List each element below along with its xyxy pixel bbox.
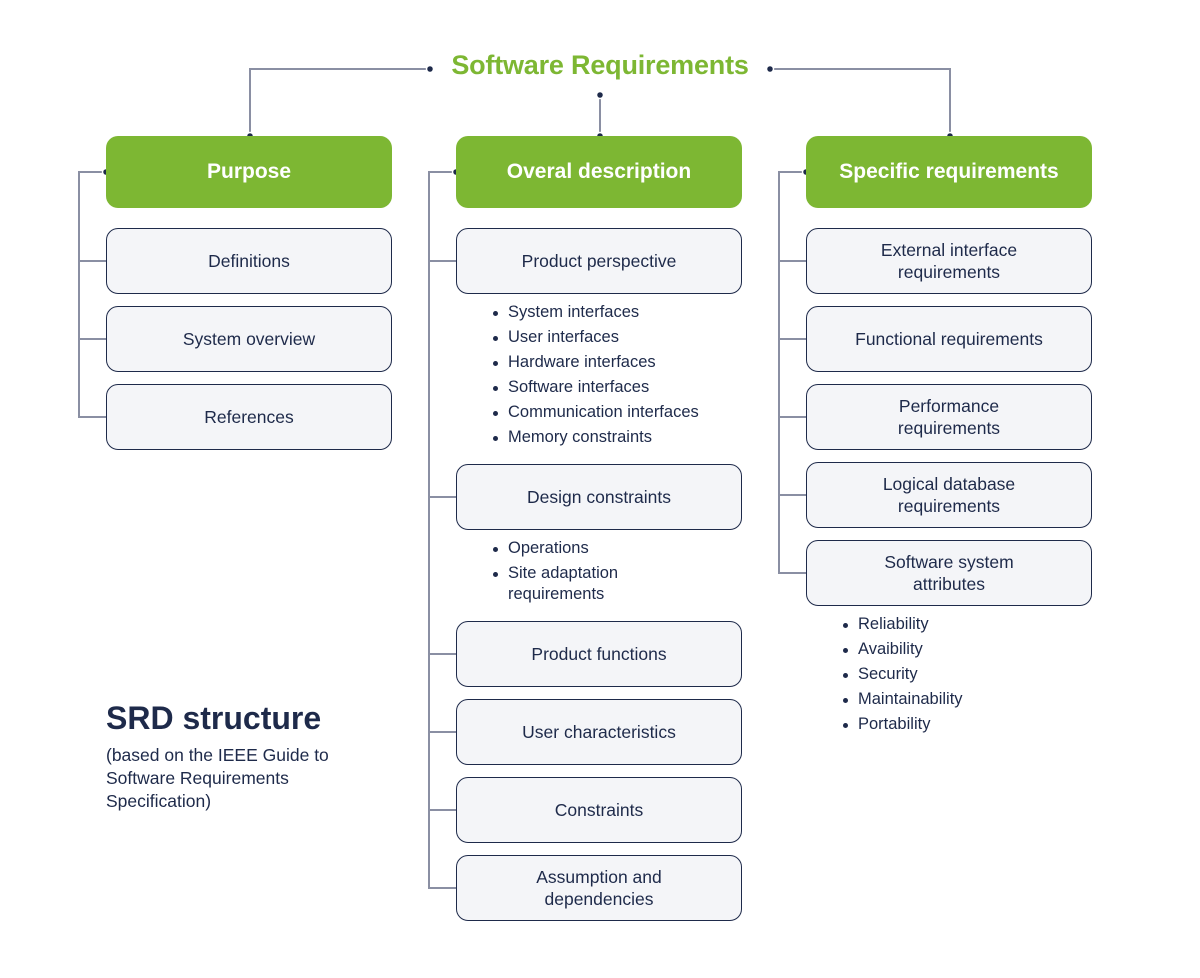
header-specific-requirements: Specific requirements (806, 136, 1092, 208)
node-label: External interface requirements (880, 240, 1018, 282)
node-label: Product perspective (521, 251, 677, 271)
node-product-functions: Product functions (456, 621, 742, 687)
bullet-item: Security (841, 662, 963, 687)
header-specific-requirements-label: Specific requirements (839, 160, 1059, 183)
product-perspective-bullets: System interfaces User interfaces Hardwa… (491, 300, 699, 450)
connector-purpose-spine (78, 171, 106, 418)
bullet-item: Portability (841, 712, 963, 737)
node-label: Constraints (554, 800, 644, 820)
node-definitions: Definitions (106, 228, 392, 294)
bullet-item: Operations (491, 536, 661, 561)
bullet-item: Software interfaces (491, 375, 699, 400)
node-label: Software system attributes (884, 552, 1014, 594)
node-label: User characteristics (522, 722, 676, 742)
caption-title: SRD structure (106, 700, 322, 736)
connector-title-to-specific (770, 68, 951, 136)
node-label: System overview (182, 329, 316, 349)
header-overall-description: Overal description (456, 136, 742, 208)
node-functional-requirements: Functional requirements (806, 306, 1092, 372)
node-label: Product functions (531, 644, 667, 664)
node-label: Functional requirements (855, 329, 1043, 349)
bullet-item: Site adaptation requirements (491, 561, 661, 605)
connector-dot (765, 64, 775, 74)
node-product-perspective: Product perspective (456, 228, 742, 294)
node-software-system-attributes: Software system attributes (806, 540, 1092, 606)
node-assumption-dependencies: Assumption and dependencies (456, 855, 742, 921)
node-constraints: Constraints (456, 777, 742, 843)
header-purpose: Purpose (106, 136, 392, 208)
bullet-item: Maintainability (841, 687, 963, 712)
design-constraints-bullets: Operations Site adaptation requirements (491, 536, 661, 605)
connector-dot (595, 90, 605, 100)
node-label: Assumption and dependencies (536, 867, 662, 909)
node-label: References (204, 407, 294, 427)
node-system-overview: System overview (106, 306, 392, 372)
node-user-characteristics: User characteristics (456, 699, 742, 765)
bullet-item: System interfaces (491, 300, 699, 325)
node-label: Logical database requirements (882, 474, 1016, 516)
node-label: Design constraints (527, 487, 671, 507)
caption-subtitle: (based on the IEEE Guide to Software Req… (106, 745, 329, 811)
node-logical-database-requirements: Logical database requirements (806, 462, 1092, 528)
connector-specific-spine (778, 171, 806, 574)
header-overall-description-label: Overal description (506, 160, 692, 183)
bullet-item: Communication interfaces (491, 400, 699, 425)
connector-overall-spine (428, 171, 456, 889)
bullet-item: Memory constraints (491, 425, 699, 450)
node-label: Definitions (208, 251, 290, 271)
bullet-item: Avaibility (841, 637, 963, 662)
software-system-attributes-bullets: Reliability Avaibility Security Maintain… (841, 612, 963, 737)
node-external-interface-requirements: External interface requirements (806, 228, 1092, 294)
bullet-item: User interfaces (491, 325, 699, 350)
node-label: Performance requirements (897, 396, 1001, 438)
node-references: References (106, 384, 392, 450)
connector-title-to-purpose (249, 68, 430, 136)
node-design-constraints: Design constraints (456, 464, 742, 530)
bullet-item: Hardware interfaces (491, 350, 699, 375)
bullet-item: Reliability (841, 612, 963, 637)
header-purpose-label: Purpose (206, 160, 292, 183)
connector-dot (425, 64, 435, 74)
diagram-title: Software Requirements (451, 50, 749, 80)
node-performance-requirements: Performance requirements (806, 384, 1092, 450)
